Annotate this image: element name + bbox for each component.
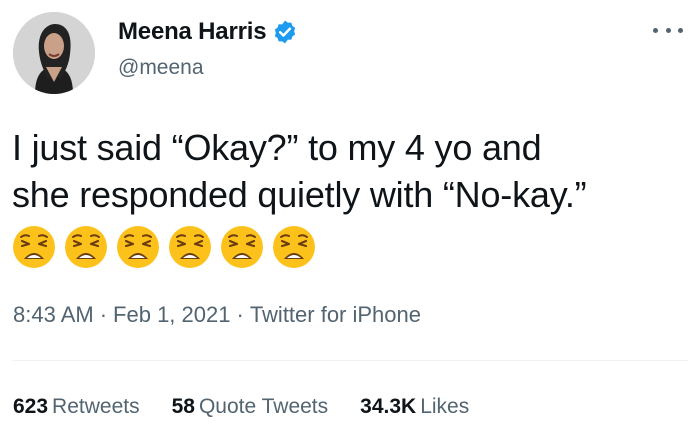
tweet-date[interactable]: Feb 1, 2021 <box>113 302 230 328</box>
author-handle[interactable]: @meena <box>118 56 204 80</box>
tweet-meta: 8:43 AM · Feb 1, 2021 · Twitter for iPho… <box>13 302 421 328</box>
tweet-text-line-1: I just said “Okay?” to my 4 yo and <box>12 127 542 168</box>
dot <box>665 27 671 33</box>
retweets-stat[interactable]: 623 Retweets <box>13 395 140 419</box>
likes-label: Likes <box>420 395 470 418</box>
meta-separator: · <box>99 302 108 327</box>
quote-tweets-label: Quote Tweets <box>198 395 329 418</box>
weary-face-icon <box>117 226 159 268</box>
meta-separator: · <box>236 302 244 327</box>
tweet-time[interactable]: 8:43 AM <box>13 302 94 328</box>
author-display-name[interactable]: Meena Harris <box>118 18 267 46</box>
avatar[interactable] <box>13 12 95 94</box>
more-dots-icon[interactable] <box>653 22 683 38</box>
weary-face-icon <box>221 226 263 268</box>
weary-face-icon <box>169 226 211 268</box>
tweet-source[interactable]: Twitter for iPhone <box>250 302 421 328</box>
retweets-label: Retweets <box>52 395 140 418</box>
tweet-text: I just said “Okay?” to my 4 yo and she r… <box>12 124 688 218</box>
profile-photo-icon <box>13 12 95 94</box>
tweet-card: Meena Harris @meena I just said “Okay?” … <box>0 0 700 437</box>
author-name-row: Meena Harris <box>118 18 298 46</box>
verified-badge-icon <box>275 20 296 44</box>
weary-face-icon <box>273 226 315 268</box>
dot <box>653 27 658 33</box>
likes-stat[interactable]: 34.3K Likes <box>360 395 469 419</box>
quote-tweets-stat[interactable]: 58 Quote Tweets <box>172 395 329 419</box>
emoji-row <box>12 225 316 269</box>
divider <box>12 360 688 361</box>
quote-tweets-count: 58 <box>171 395 195 418</box>
weary-face-icon <box>65 226 107 268</box>
tweet-text-line-2: she responded quietly with “No-kay.” <box>12 174 587 215</box>
weary-face-icon <box>13 226 55 268</box>
likes-count: 34.3K <box>360 395 417 418</box>
dot <box>678 27 683 33</box>
retweets-count: 623 <box>13 395 49 418</box>
tweet-stats: 623 Retweets 58 Quote Tweets 34.3K Likes <box>13 395 469 419</box>
